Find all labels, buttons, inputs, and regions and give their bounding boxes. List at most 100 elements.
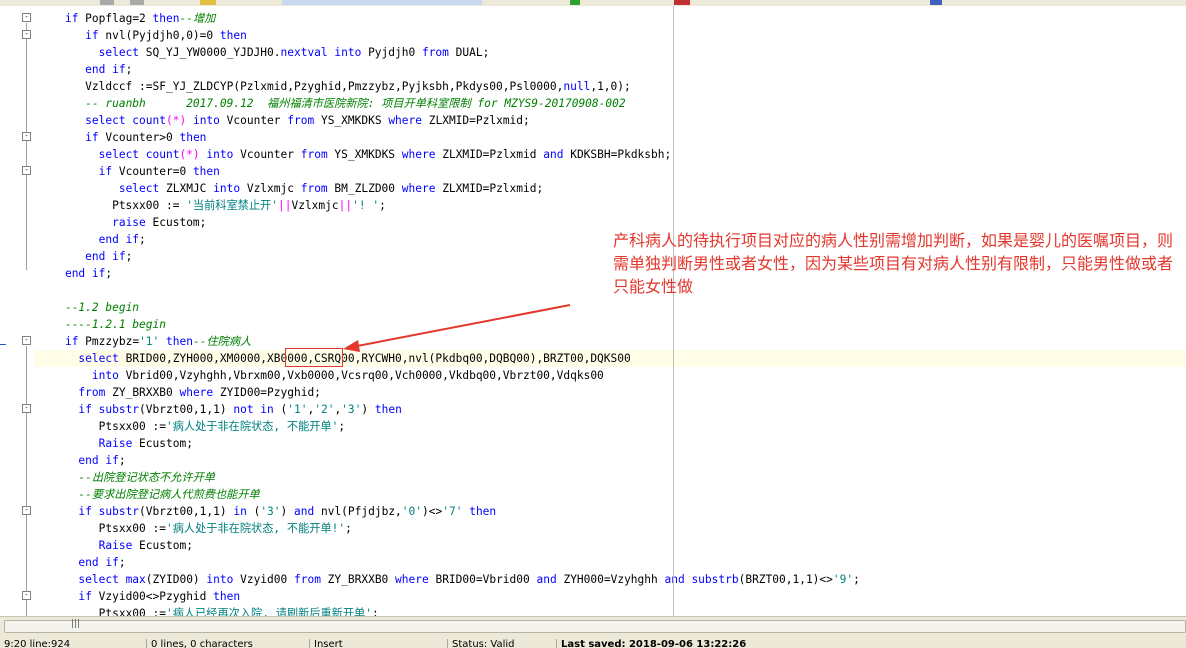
code-token: select — [118, 182, 166, 195]
code-token: Vzlxmjc — [291, 199, 339, 212]
code-line[interactable]: select count(*) into Vcounter from YS_XM… — [34, 146, 1186, 163]
code-token: Ecustom; — [139, 437, 193, 450]
code-line-text: if Vzyid00<>Pzyghid then — [38, 588, 240, 605]
code-line[interactable]: --出院登记状态不允许开单 — [34, 469, 1186, 486]
code-line[interactable]: into Vbrid00,Vzyhghh,Vbrxm00,Vxb0000,Vcs… — [34, 367, 1186, 384]
code-token: '9' — [832, 573, 854, 586]
code-line-text: into Vbrid00,Vzyhghh,Vbrxm00,Vxb0000,Vcs… — [38, 367, 604, 384]
toolbar-button[interactable] — [200, 0, 216, 5]
code-line[interactable]: select max(ZYID00) into Vzyid00 from ZY_… — [34, 571, 1186, 588]
cursor-position: 9:20 line:924 — [4, 639, 71, 648]
toolbar-combo[interactable] — [282, 0, 482, 5]
code-line[interactable]: if Vcounter>0 then — [34, 129, 1186, 146]
code-token: end if — [85, 250, 126, 263]
code-line[interactable]: -- ruanbh 2017.09.12 福州福清市医院新院: 项目开单科室限制… — [34, 95, 1186, 112]
code-line[interactable]: ----1.2.1 begin — [34, 316, 1186, 333]
code-line[interactable]: if Vzyid00<>Pzyghid then — [34, 588, 1186, 605]
code-line[interactable]: Raise Ecustom; — [34, 537, 1186, 554]
code-line[interactable]: end if; — [34, 61, 1186, 78]
code-line[interactable]: if Popflag=2 then--增加 — [34, 10, 1186, 27]
code-token: ; — [139, 233, 146, 246]
code-line[interactable]: Raise Ecustom; — [34, 435, 1186, 452]
code-token: Vcounter — [226, 114, 288, 127]
fold-marker[interactable]: - — [22, 13, 31, 22]
code-token: end if — [78, 556, 119, 569]
code-token: ZLXMID=Pzlxmid; — [442, 182, 544, 195]
code-line[interactable]: if Vcounter=0 then — [34, 163, 1186, 180]
code-line[interactable]: if substr(Vbrzt00,1,1) not in ('1','2','… — [34, 401, 1186, 418]
horizontal-scrollbar[interactable]: ||| — [0, 616, 1186, 635]
toolbar-button[interactable] — [100, 0, 114, 5]
code-line[interactable]: if nvl(Pyjdjh0,0)=0 then — [34, 27, 1186, 44]
code-token: nextval into — [280, 46, 369, 59]
code-line[interactable]: select ZLXMJC into Vzlxmjc from BM_ZLZD0… — [34, 180, 1186, 197]
code-line[interactable]: Vzldccf :=SF_YJ_ZLDCYP(Pzlxmid,Pzyghid,P… — [34, 78, 1186, 95]
code-token: from — [300, 148, 335, 161]
code-token: BRID00=Vbrid00 — [435, 573, 537, 586]
code-line-text: end if; — [38, 248, 132, 265]
code-token: '! ' — [352, 199, 380, 212]
code-line[interactable]: --要求出院登记病人代煎费也能开单 — [34, 486, 1186, 503]
code-line[interactable]: select SQ_YJ_YW0000_YJDJH0.nextval into … — [34, 44, 1186, 61]
code-token: into — [192, 114, 227, 127]
code-token: Popflag=2 — [85, 12, 153, 25]
code-token: where — [395, 573, 436, 586]
code-token: || — [338, 199, 353, 212]
fold-marker[interactable]: - — [22, 506, 31, 515]
toolbar-button[interactable] — [570, 0, 580, 5]
code-token: '3' — [260, 505, 281, 518]
code-token: select — [78, 352, 126, 365]
fold-marker[interactable]: - — [22, 591, 31, 600]
code-token: Vzyid00 — [240, 573, 294, 586]
fold-marker[interactable]: - — [22, 30, 31, 39]
code-token: into — [91, 369, 126, 382]
code-line-text: ----1.2.1 begin — [38, 316, 166, 333]
code-line-text: if Vcounter=0 then — [38, 163, 220, 180]
code-token: if substr — [78, 403, 140, 416]
code-token: not in — [233, 403, 281, 416]
fold-marker[interactable]: - — [22, 404, 31, 413]
fold-marker[interactable]: - — [22, 132, 31, 141]
code-token: ZLXMID=Pzlxmid — [442, 148, 544, 161]
code-line[interactable]: Ptsxx00 :='病人已经再次入院, 请刷新后重新开单'; — [34, 605, 1186, 616]
code-line[interactable]: from ZY_BRXXB0 where ZYID00=Pzyghid; — [34, 384, 1186, 401]
fold-guide — [26, 346, 27, 616]
code-line[interactable]: end if; — [34, 452, 1186, 469]
code-token: into — [206, 573, 241, 586]
scrollbar-thumb[interactable]: ||| — [4, 619, 1186, 633]
toolbar-button[interactable] — [930, 0, 942, 5]
code-line[interactable]: select BRID00,ZYH000,XM0000,XB0000,CSRQ0… — [34, 350, 1186, 367]
code-token: ZLXMID=Pzlxmid; — [428, 114, 530, 127]
code-line[interactable]: Ptsxx00 := '当前科室禁止开'||Vzlxmjc||'! '; — [34, 197, 1186, 214]
code-line-text: if substr(Vbrzt00,1,1) not in ('1','2','… — [38, 401, 401, 418]
code-line[interactable]: Ptsxx00 :='病人处于非在院状态, 不能开单'; — [34, 418, 1186, 435]
stop-icon[interactable] — [674, 0, 690, 5]
code-line[interactable]: if Pmzzybz='1' then--住院病人 — [34, 333, 1186, 350]
code-token: '当前科室禁止开' — [186, 199, 278, 212]
code-token: into — [213, 182, 247, 195]
code-line[interactable]: end if; — [34, 554, 1186, 571]
code-line[interactable]: if substr(Vbrzt00,1,1) in ('3') and nvl(… — [34, 503, 1186, 520]
code-token: if — [64, 335, 86, 348]
code-line[interactable]: --1.2 begin — [34, 299, 1186, 316]
fold-marker[interactable]: - — [22, 166, 31, 175]
code-editor[interactable]: if Popflag=2 then--增加 if nvl(Pyjdjh0,0)=… — [34, 6, 1186, 616]
code-token: where — [401, 182, 443, 195]
code-token: Vcounter=0 — [118, 165, 193, 178]
fold-guide — [26, 23, 27, 270]
code-line[interactable]: select count(*) into Vcounter from YS_XM… — [34, 112, 1186, 129]
fold-marker[interactable]: - — [22, 336, 31, 345]
code-line[interactable]: Ptsxx00 :='病人处于非在院状态, 不能开单!'; — [34, 520, 1186, 537]
code-token: Ecustom; — [139, 539, 193, 552]
toolbar-button[interactable] — [130, 0, 144, 5]
code-token: select count — [85, 114, 166, 127]
